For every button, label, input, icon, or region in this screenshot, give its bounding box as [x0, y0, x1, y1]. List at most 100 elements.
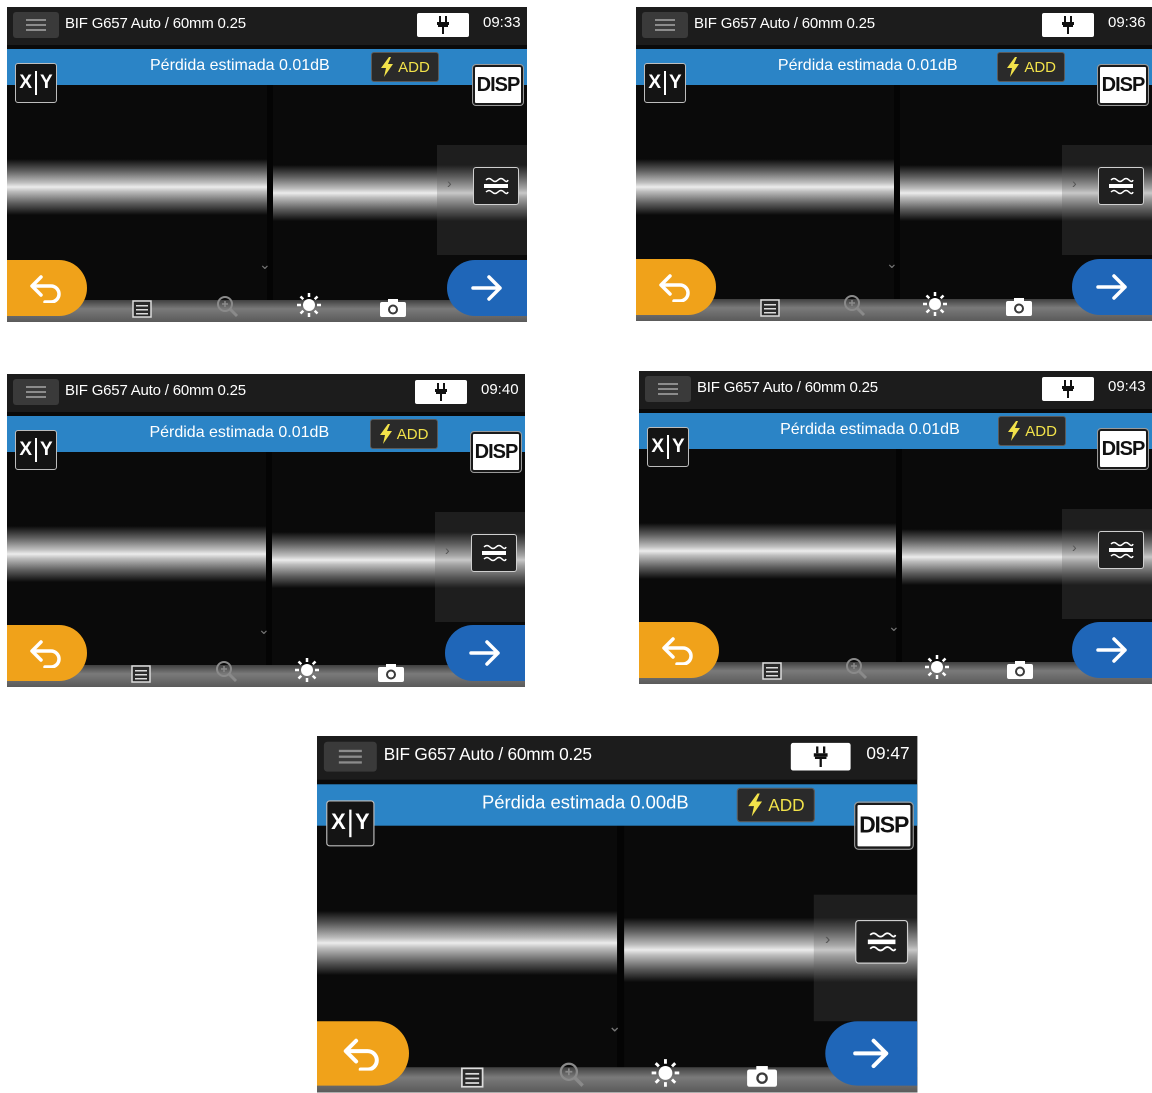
top-bar: BIF G657 Auto / 60mm 0.25 09:47: [317, 736, 917, 780]
next-button[interactable]: [445, 625, 525, 681]
camera-button[interactable]: [379, 298, 407, 318]
report-button[interactable]: [762, 662, 782, 680]
next-arrow-icon: [1096, 274, 1127, 300]
clock: 09:43: [1108, 378, 1146, 395]
menu-button[interactable]: [323, 741, 377, 772]
clock: 09:47: [866, 744, 910, 764]
fiber-view-button[interactable]: [471, 534, 517, 572]
center-divider: [894, 85, 900, 321]
report-button[interactable]: [131, 665, 152, 683]
disp-button[interactable]: DISP: [853, 801, 914, 850]
back-button[interactable]: [639, 622, 719, 678]
zoom-icon: [217, 296, 239, 318]
down-chevron-icon: ⌄: [888, 618, 900, 634]
power-status-button[interactable]: [415, 380, 467, 404]
add-button[interactable]: ADD: [997, 52, 1066, 82]
brightness-icon: [296, 293, 321, 317]
loss-bar: Pérdida estimada 0.01dB ADD: [7, 49, 527, 85]
estimated-loss: Pérdida estimada 0.01dB: [149, 424, 329, 442]
power-status-button[interactable]: [1042, 13, 1094, 37]
brightness-button[interactable]: [922, 291, 948, 317]
side-chevron-icon: ›: [1072, 175, 1077, 191]
back-button[interactable]: [7, 625, 87, 681]
brightness-button[interactable]: [650, 1057, 680, 1087]
menu-button[interactable]: [13, 379, 59, 405]
back-arrow-icon: [662, 637, 693, 665]
fiber-view-button[interactable]: [1098, 167, 1144, 205]
plug-icon: [437, 16, 449, 34]
xy-view-button[interactable]: XY: [326, 800, 375, 847]
zoom-button[interactable]: [842, 293, 866, 317]
zoom-button[interactable]: [215, 294, 239, 318]
bolt-icon: [1008, 421, 1021, 441]
power-status-button[interactable]: [1042, 377, 1094, 401]
report-button[interactable]: [461, 1066, 484, 1088]
top-bar: BIF G657 Auto / 60mm 0.25 09:40: [7, 374, 525, 412]
disp-button[interactable]: DISP: [470, 431, 522, 473]
camera-button[interactable]: [1005, 297, 1033, 317]
xy-view-button[interactable]: XY: [644, 63, 686, 103]
disp-button[interactable]: DISP: [472, 64, 524, 106]
next-button[interactable]: [824, 1020, 917, 1086]
menu-button[interactable]: [642, 12, 688, 38]
clock: 09:36: [1108, 14, 1146, 31]
loss-value: 0.01dB: [909, 421, 960, 438]
estimated-loss: Pérdida estimada 0.01dB: [778, 57, 958, 75]
fiber-view-button[interactable]: [854, 920, 908, 964]
back-button[interactable]: [636, 259, 716, 315]
zoom-button[interactable]: [844, 656, 868, 680]
power-status-button[interactable]: [417, 13, 469, 37]
back-button[interactable]: [7, 260, 87, 316]
xy-y-label: Y: [40, 439, 53, 460]
add-button[interactable]: ADD: [371, 52, 439, 82]
report-icon: [132, 300, 152, 318]
fiber-view-button[interactable]: [1098, 531, 1144, 569]
back-button[interactable]: [317, 1020, 409, 1086]
xy-y-label: Y: [672, 436, 685, 457]
disp-button[interactable]: DISP: [1097, 428, 1149, 470]
report-icon: [762, 662, 782, 680]
zoom-button[interactable]: [214, 659, 238, 683]
zoom-icon: [216, 661, 238, 683]
camera-icon: [1005, 298, 1032, 316]
loss-value: 0.01dB: [906, 57, 958, 74]
next-button[interactable]: [447, 260, 527, 316]
menu-icon: [658, 383, 678, 385]
disp-button[interactable]: DISP: [1097, 64, 1149, 106]
menu-icon: [26, 386, 46, 388]
loss-value: 0.01dB: [278, 424, 330, 441]
brightness-icon: [295, 658, 320, 682]
report-button[interactable]: [760, 299, 780, 317]
camera-button[interactable]: [1006, 660, 1034, 680]
report-button[interactable]: [132, 300, 152, 318]
splice-program-title: BIF G657 Auto / 60mm 0.25: [697, 379, 878, 396]
camera-icon: [379, 299, 406, 317]
plug-icon: [1062, 16, 1074, 34]
zoom-button[interactable]: [557, 1060, 585, 1088]
xy-view-button[interactable]: XY: [647, 427, 689, 467]
estimated-loss: Pérdida estimada 0.01dB: [150, 57, 330, 75]
fiber-view-icon: [1109, 541, 1134, 559]
estimated-loss: Pérdida estimada 0.00dB: [482, 794, 689, 815]
camera-button[interactable]: [746, 1064, 778, 1087]
add-button[interactable]: ADD: [736, 787, 816, 823]
xy-view-button[interactable]: XY: [15, 63, 57, 103]
add-button[interactable]: ADD: [998, 416, 1067, 446]
next-button[interactable]: [1072, 259, 1152, 315]
next-arrow-icon: [471, 275, 502, 301]
add-button[interactable]: ADD: [369, 419, 438, 449]
next-button[interactable]: [1072, 622, 1152, 678]
brightness-button[interactable]: [294, 657, 320, 683]
power-status-button[interactable]: [790, 742, 851, 771]
bolt-icon: [1007, 57, 1020, 77]
brightness-button[interactable]: [296, 292, 322, 318]
xy-view-button[interactable]: XY: [15, 430, 57, 470]
zoom-icon: [559, 1062, 584, 1087]
loss-bar: Pérdida estimada 0.01dB ADD: [636, 49, 1152, 85]
menu-button[interactable]: [645, 376, 691, 402]
menu-button[interactable]: [13, 12, 59, 38]
loss-label: Pérdida estimada: [150, 57, 275, 74]
fiber-view-button[interactable]: [473, 167, 519, 205]
brightness-button[interactable]: [924, 654, 950, 680]
camera-button[interactable]: [377, 663, 405, 683]
